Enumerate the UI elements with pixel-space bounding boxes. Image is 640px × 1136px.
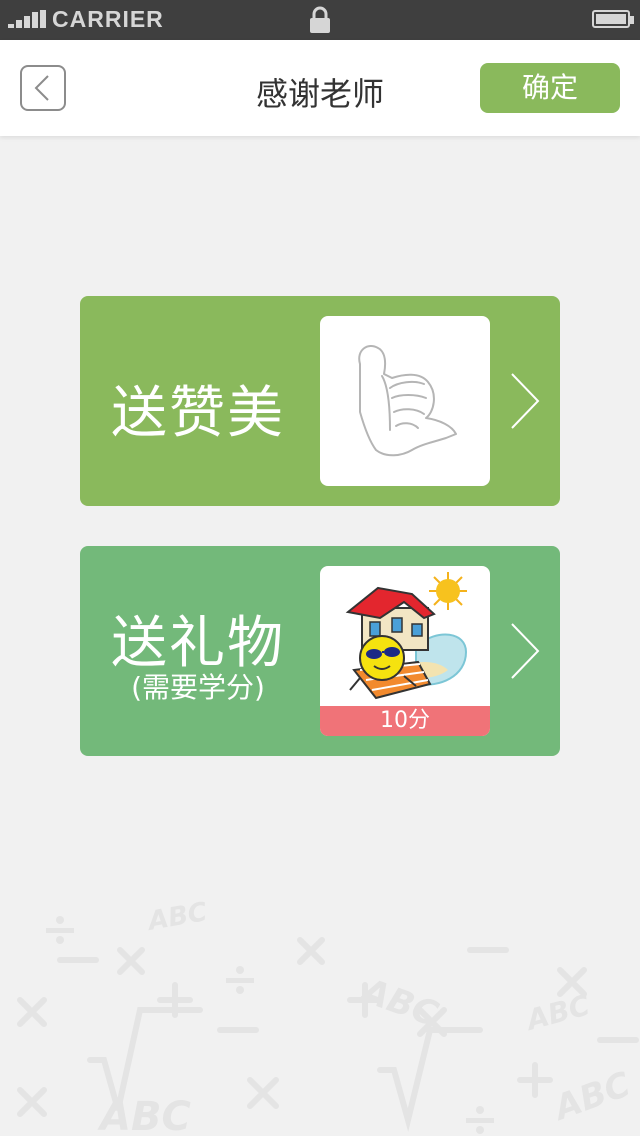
lock-icon bbox=[310, 6, 330, 33]
math-symbols-background: ABC ABC ABC ABC ABC bbox=[17, 897, 639, 1136]
price-badge: 10分 bbox=[320, 706, 490, 736]
credits-required-note: (需要学分) bbox=[131, 671, 265, 704]
status-bar: CARRIER bbox=[0, 0, 640, 40]
svg-text:ABC: ABC bbox=[354, 970, 443, 1035]
chevron-right-icon bbox=[511, 373, 540, 429]
battery-icon bbox=[592, 10, 634, 28]
gift-image: 10分 bbox=[320, 566, 490, 736]
thumbs-up-icon bbox=[358, 345, 457, 457]
svg-text:ABC: ABC bbox=[97, 1094, 191, 1136]
svg-text:ABC: ABC bbox=[547, 1064, 636, 1129]
send-praise-card[interactable]: 送赞美 bbox=[80, 296, 560, 506]
send-praise-label: 送赞美 bbox=[111, 381, 285, 446]
svg-text:ABC: ABC bbox=[521, 988, 593, 1037]
nav-bar: 感谢老师 确定 bbox=[0, 40, 640, 136]
carrier-name: CARRIER bbox=[52, 6, 164, 32]
svg-text:ABC: ABC bbox=[144, 897, 209, 937]
send-gift-card[interactable]: 送礼物 (需要学分) 10分 bbox=[80, 546, 560, 756]
chevron-right-icon bbox=[511, 623, 540, 679]
confirm-button[interactable]: 确定 bbox=[480, 63, 620, 113]
signal-bars-icon bbox=[8, 10, 48, 28]
praise-image bbox=[320, 316, 490, 486]
